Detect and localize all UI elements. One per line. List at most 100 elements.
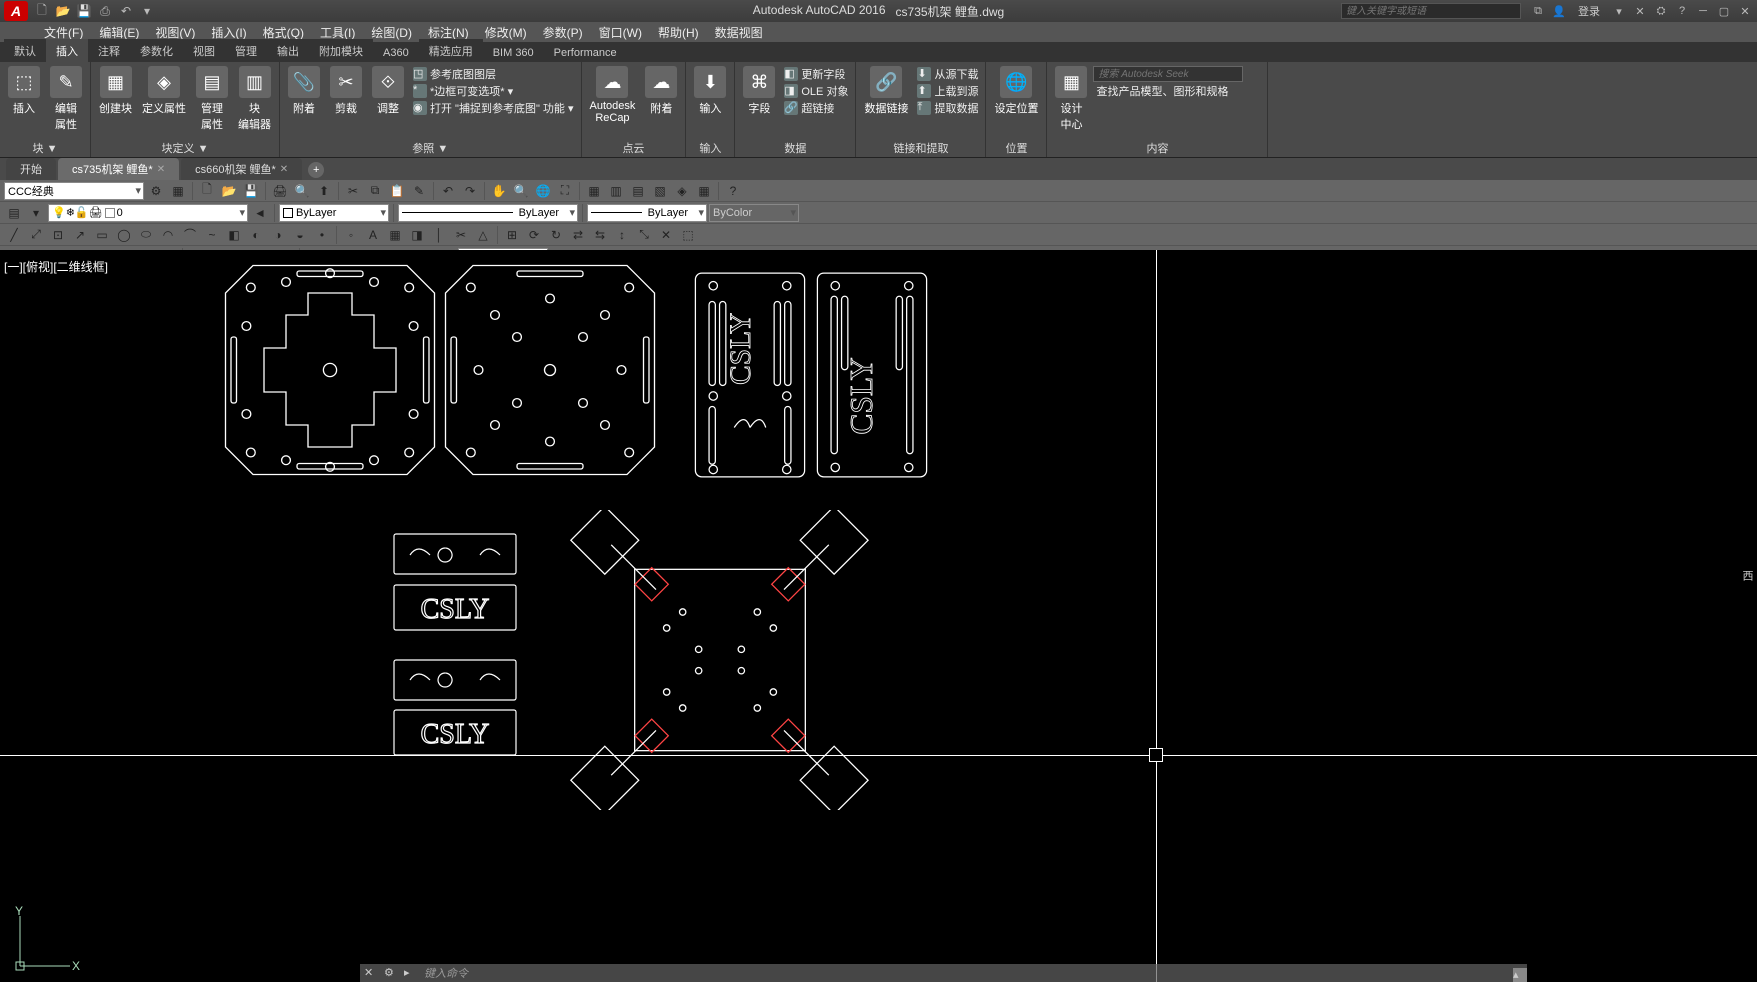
cmd-chevron-icon[interactable]: ▸ [404, 966, 418, 980]
draw-tool-14[interactable]: • [312, 225, 332, 245]
ribbon-row-2-2[interactable]: ◉打开 "捕捉到参考底图" 功能 ▾ [410, 100, 577, 116]
ribbontab-2[interactable]: 注释 [88, 39, 130, 62]
ribbon-btn-2-0[interactable]: 📎附着 [284, 64, 324, 118]
draw-tool-24[interactable]: ↻ [546, 225, 566, 245]
workspace-combo[interactable]: CCC经典▾ [4, 182, 144, 200]
viewcube-label[interactable]: 西 [1739, 570, 1755, 581]
filetab-close-icon[interactable]: ✕ [280, 164, 288, 175]
user-icon[interactable]: 👤 [1549, 2, 1569, 20]
panel-title[interactable]: 输入 [690, 139, 730, 157]
command-line[interactable]: ✕ ⚙ ▸ 键入命令 [360, 964, 1527, 982]
open-icon[interactable]: 📂 [219, 181, 239, 201]
panel-title[interactable]: 链接和提取 [860, 139, 981, 157]
favorite-icon[interactable]: ⛭ [1651, 2, 1671, 20]
draw-tool-29[interactable]: ✕ [656, 225, 676, 245]
undo-icon[interactable]: ↶ [116, 2, 136, 20]
draw-tool-27[interactable]: ↕ [612, 225, 632, 245]
draw-tool-11[interactable]: ◐ [246, 225, 266, 245]
ribbontab-8[interactable]: A360 [373, 43, 419, 62]
ribbon-row-5-2[interactable]: 🔗超链接 [781, 100, 851, 116]
menu-12[interactable]: 数据视图 [707, 22, 771, 42]
paste-icon[interactable]: 📋 [387, 181, 407, 201]
ribbontab-6[interactable]: 输出 [267, 39, 309, 62]
draw-tool-8[interactable]: ⌒ [180, 225, 200, 245]
workspace-settings-icon[interactable]: ⚙ [146, 181, 166, 201]
seek-search-input[interactable] [1093, 66, 1243, 82]
ribbon-btn-2-2[interactable]: ⟐调整 [368, 64, 408, 118]
ribbontab-10[interactable]: BIM 360 [483, 43, 544, 62]
lineweight-combo[interactable]: ByLayer▾ [587, 204, 707, 222]
match-icon[interactable]: ✎ [409, 181, 429, 201]
drawing-canvas[interactable]: [一][俯视][二维线框] 西 CSLY [0, 250, 1757, 982]
draw-tool-0[interactable]: ╱ [4, 225, 24, 245]
ribbon-row-6-0[interactable]: ⬇从源下载 [914, 66, 981, 82]
new-icon[interactable]: 🗋 [32, 2, 52, 20]
cmd-tool-icon[interactable]: ⚙ [384, 966, 398, 980]
draw-tool-21[interactable]: △ [473, 225, 493, 245]
panel-title[interactable]: 数据 [739, 139, 851, 157]
ribbon-btn-1-1[interactable]: ◈定义属性 [138, 64, 190, 118]
ribbontab-3[interactable]: 参数化 [130, 39, 183, 62]
ribbon-btn-5-0[interactable]: ⌘字段 [739, 64, 779, 118]
menu-9[interactable]: 参数(P) [535, 22, 591, 42]
draw-tool-19[interactable]: │ [429, 225, 449, 245]
color-combo[interactable]: ByLayer▾ [279, 204, 389, 222]
help-icon[interactable]: ? [723, 181, 743, 201]
ribbon-btn-3-0[interactable]: ☁Autodesk ReCap [586, 64, 640, 126]
draw-tool-7[interactable]: ◠ [158, 225, 178, 245]
zoomext-icon[interactable]: ⛶ [555, 181, 575, 201]
ribbon-btn-1-2[interactable]: ▤管理 属性 [192, 64, 232, 134]
draw-tool-17[interactable]: ▦ [385, 225, 405, 245]
ribbon-row-6-2[interactable]: ⤒提取数据 [914, 100, 981, 116]
ribbon-btn-8-0[interactable]: ▦设计 中心 [1051, 64, 1091, 134]
print-icon[interactable]: 🖨 [270, 181, 290, 201]
zoom-icon[interactable]: 🔍 [511, 181, 531, 201]
layer-prev-icon[interactable]: ◄ [250, 203, 270, 223]
draw-tool-15[interactable]: ◦ [341, 225, 361, 245]
undo-icon[interactable]: ↶ [438, 181, 458, 201]
saveas-icon[interactable]: ⎙ [95, 2, 115, 20]
login-button[interactable]: 登录 [1578, 3, 1600, 19]
pan-icon[interactable]: ✋ [489, 181, 509, 201]
draw-tool-1[interactable]: ⤢ [26, 225, 46, 245]
draw-tool-26[interactable]: ⇆ [590, 225, 610, 245]
preview-icon[interactable]: 🔍 [292, 181, 312, 201]
draw-tool-12[interactable]: ◑ [268, 225, 288, 245]
menu-10[interactable]: 窗口(W) [591, 22, 650, 42]
ribbon-btn-1-3[interactable]: ▥块 编辑器 [234, 64, 275, 134]
new-icon[interactable]: 🗋 [197, 181, 217, 201]
draw-tool-6[interactable]: ⬭ [136, 225, 156, 245]
filetab-2[interactable]: cs660机架 鲤鱼*✕ [181, 158, 302, 180]
draw-tool-18[interactable]: ◨ [407, 225, 427, 245]
ribbon-btn-0-1[interactable]: ✎编辑 属性 [46, 64, 86, 134]
ssm-icon[interactable]: ▧ [650, 181, 670, 201]
draw-tool-22[interactable]: ⊞ [502, 225, 522, 245]
layer-manager-icon[interactable]: ▤ [4, 203, 24, 223]
ribbontab-11[interactable]: Performance [544, 43, 627, 62]
menu-11[interactable]: 帮助(H) [650, 22, 707, 42]
maximize-icon[interactable]: ▢ [1714, 2, 1734, 20]
draw-tool-28[interactable]: ⤡ [634, 225, 654, 245]
ribbontab-7[interactable]: 附加模块 [309, 39, 373, 62]
props-icon[interactable]: ▦ [584, 181, 604, 201]
ribbontab-5[interactable]: 管理 [225, 39, 267, 62]
ribbon-row-5-1[interactable]: ◨OLE 对象 [781, 83, 851, 99]
panel-title[interactable]: 内容 [1051, 139, 1263, 157]
filetab-close-icon[interactable]: ✕ [157, 164, 165, 175]
draw-tool-13[interactable]: ◒ [290, 225, 310, 245]
cmd-close-icon[interactable]: ✕ [364, 966, 378, 980]
filetab-0[interactable]: 开始 [6, 158, 56, 180]
close-icon[interactable]: ✕ [1735, 2, 1755, 20]
draw-tool-3[interactable]: ↗ [70, 225, 90, 245]
panel-title[interactable]: 块定义 ▼ [95, 139, 275, 157]
ribbon-btn-3-1[interactable]: ☁附着 [641, 64, 681, 118]
panel-title[interactable]: 块 ▼ [4, 139, 86, 157]
app-logo[interactable] [4, 1, 28, 21]
ribbontab-9[interactable]: 精选应用 [419, 39, 483, 62]
save-icon[interactable]: 💾 [74, 2, 94, 20]
ribbon-btn-7-0[interactable]: 🌐设定位置 [990, 64, 1042, 118]
ribbon-btn-6-0[interactable]: 🔗数据链接 [860, 64, 912, 118]
calc-icon[interactable]: ▦ [694, 181, 714, 201]
help-icon[interactable]: ? [1672, 2, 1692, 20]
ribbon-row-6-1[interactable]: ⬆上载到源 [914, 83, 981, 99]
